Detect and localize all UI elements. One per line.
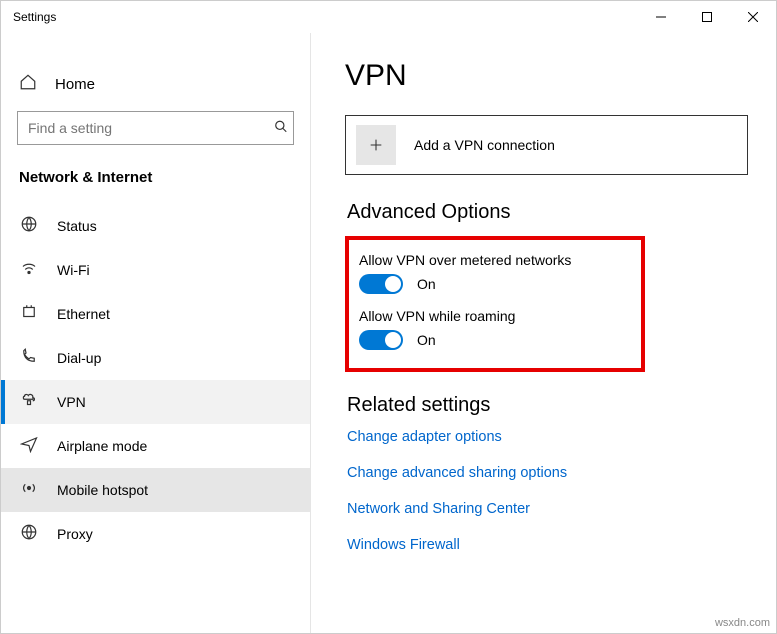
window-controls [638, 1, 776, 33]
watermark: wsxdn.com [715, 617, 770, 629]
sidebar-item-label: Proxy [57, 526, 93, 542]
sidebar-item-label: Airplane mode [57, 438, 147, 454]
link-network-sharing-center[interactable]: Network and Sharing Center [347, 501, 748, 517]
link-adapter-options[interactable]: Change adapter options [347, 429, 748, 445]
airplane-icon [19, 435, 39, 458]
hotspot-icon [19, 479, 39, 502]
sidebar-item-label: Ethernet [57, 306, 110, 322]
search-icon[interactable] [274, 120, 288, 137]
sidebar-item-status[interactable]: Status [1, 204, 310, 248]
link-advanced-sharing[interactable]: Change advanced sharing options [347, 465, 748, 481]
vpn-icon [19, 391, 39, 414]
title-bar: Settings [1, 1, 776, 33]
page-title: VPN [345, 59, 748, 93]
window-title: Settings [13, 10, 56, 24]
sidebar-item-label: VPN [57, 394, 86, 410]
dialup-icon [19, 347, 39, 370]
content-pane: VPN Add a VPN connection Advanced Option… [311, 33, 776, 633]
sidebar-item-wifi[interactable]: Wi-Fi [1, 248, 310, 292]
sidebar-item-label: Status [57, 218, 97, 234]
toggle-roaming[interactable] [359, 330, 403, 350]
category-heading: Network & Internet [1, 159, 310, 204]
toggle-roaming-state: On [417, 332, 436, 348]
link-windows-firewall[interactable]: Windows Firewall [347, 537, 748, 553]
sidebar-item-ethernet[interactable]: Ethernet [1, 292, 310, 336]
sidebar-item-label: Mobile hotspot [57, 482, 148, 498]
sidebar-item-hotspot[interactable]: Mobile hotspot [1, 468, 310, 512]
wifi-icon [19, 259, 39, 282]
maximize-button[interactable] [684, 1, 730, 33]
toggle-roaming-label: Allow VPN while roaming [359, 308, 627, 324]
home-nav[interactable]: Home [1, 63, 310, 105]
sidebar-item-label: Wi-Fi [57, 262, 90, 278]
toggle-metered[interactable] [359, 274, 403, 294]
home-label: Home [55, 76, 95, 93]
sidebar: Home Network & Internet Status Wi-Fi Eth… [1, 33, 311, 633]
toggle-metered-label: Allow VPN over metered networks [359, 252, 627, 268]
sidebar-item-airplane[interactable]: Airplane mode [1, 424, 310, 468]
minimize-button[interactable] [638, 1, 684, 33]
ethernet-icon [19, 303, 39, 326]
advanced-options-highlight: Allow VPN over metered networks On Allow… [345, 236, 645, 372]
related-settings-heading: Related settings [347, 394, 748, 417]
proxy-icon [19, 523, 39, 546]
add-vpn-label: Add a VPN connection [414, 137, 555, 153]
sidebar-item-dialup[interactable]: Dial-up [1, 336, 310, 380]
plus-icon [356, 125, 396, 165]
sidebar-item-proxy[interactable]: Proxy [1, 512, 310, 556]
status-icon [19, 215, 39, 238]
search-input[interactable] [17, 111, 294, 145]
sidebar-item-vpn[interactable]: VPN [1, 380, 310, 424]
close-button[interactable] [730, 1, 776, 33]
advanced-options-heading: Advanced Options [347, 201, 748, 224]
add-vpn-button[interactable]: Add a VPN connection [345, 115, 748, 175]
sidebar-item-label: Dial-up [57, 350, 101, 366]
toggle-metered-state: On [417, 276, 436, 292]
home-icon [19, 73, 37, 95]
